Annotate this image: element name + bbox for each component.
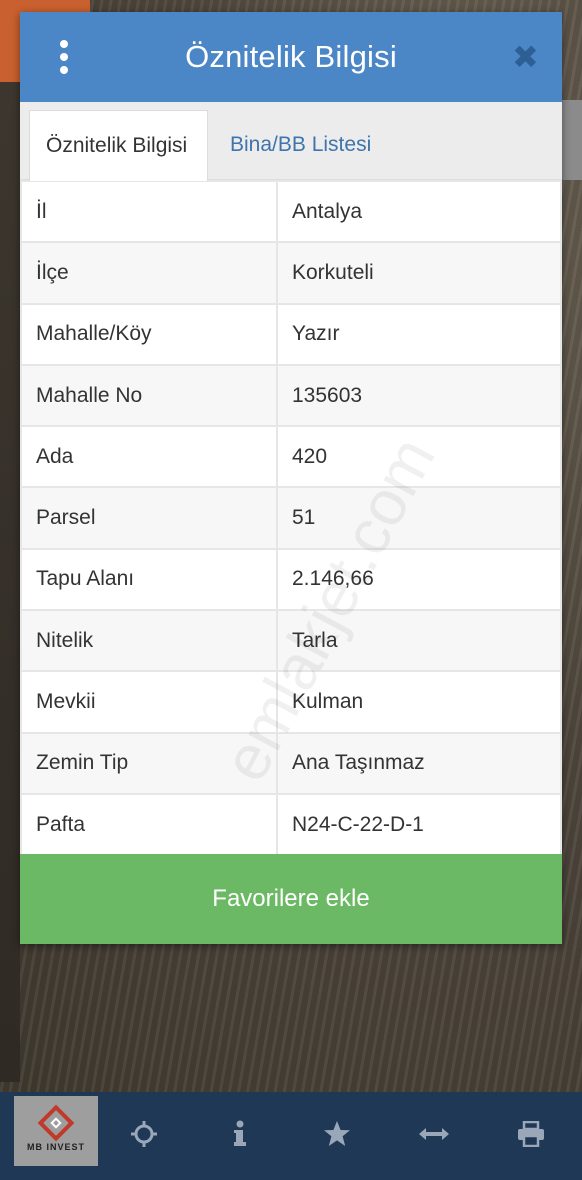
logo-diamond-icon xyxy=(37,1104,75,1142)
table-row: Ada 420 xyxy=(20,425,562,489)
print-icon[interactable] xyxy=(515,1118,547,1150)
table-row: Zemin Tip Ana Taşınmaz xyxy=(20,731,562,795)
info-icon[interactable] xyxy=(224,1118,256,1150)
attr-key: Mevkii xyxy=(20,670,278,734)
attr-key: Pafta xyxy=(20,792,278,857)
attr-key: Tapu Alanı xyxy=(20,547,278,612)
attr-value: 2.146,66 xyxy=(276,547,562,612)
attr-key: Nitelik xyxy=(20,609,278,673)
attr-value: Korkuteli xyxy=(276,241,562,305)
attr-key: Zemin Tip xyxy=(20,731,278,795)
map-tile-edge xyxy=(0,82,20,1082)
logo[interactable]: MB INVEST xyxy=(14,1096,98,1166)
attr-value: Antalya xyxy=(276,179,562,244)
bottom-toolbar: MB INVEST xyxy=(0,1092,582,1180)
tab-bar: Öznitelik Bilgisi Bina/BB Listesi xyxy=(20,102,562,181)
attr-value: 135603 xyxy=(276,363,562,428)
close-icon[interactable]: ✖ xyxy=(512,41,539,73)
panel-header: Öznitelik Bilgisi ✖ xyxy=(20,12,562,102)
panel-title: Öznitelik Bilgisi xyxy=(185,39,397,74)
measure-icon[interactable] xyxy=(418,1118,450,1150)
table-row: Tapu Alanı 2.146,66 xyxy=(20,547,562,612)
logo-text: MB INVEST xyxy=(26,1142,85,1152)
attr-key: Ada xyxy=(20,425,278,489)
star-icon[interactable] xyxy=(321,1118,353,1150)
add-to-favorites-button[interactable]: Favorilere ekle xyxy=(20,854,562,944)
table-row: Parsel 51 xyxy=(20,486,562,550)
table-row: Nitelik Tarla xyxy=(20,609,562,673)
attr-value: Tarla xyxy=(276,609,562,673)
attr-value: 51 xyxy=(276,486,562,550)
attr-value: Kulman xyxy=(276,670,562,734)
attr-key: İl xyxy=(20,179,278,244)
attr-key: Mahalle/Köy xyxy=(20,302,278,366)
map-side-tab xyxy=(560,100,582,180)
tab-attribute-info[interactable]: Öznitelik Bilgisi xyxy=(29,110,208,181)
attribute-table: İl Antalya İlçe Korkuteli Mahalle/Köy Ya… xyxy=(20,179,562,857)
attr-key: İlçe xyxy=(20,241,278,305)
table-row: Pafta N24-C-22-D-1 xyxy=(20,792,562,857)
kebab-menu-icon[interactable] xyxy=(54,40,74,74)
tab-building-list[interactable]: Bina/BB Listesi xyxy=(214,110,387,180)
locate-icon[interactable] xyxy=(128,1118,160,1150)
attr-key: Parsel xyxy=(20,486,278,550)
attr-value: Yazır xyxy=(276,302,562,366)
table-row: Mahalle No 135603 xyxy=(20,363,562,428)
attr-value: 420 xyxy=(276,425,562,489)
table-row: Mevkii Kulman xyxy=(20,670,562,734)
attribute-panel: Öznitelik Bilgisi ✖ Öznitelik Bilgisi Bi… xyxy=(20,12,562,944)
attr-value: N24-C-22-D-1 xyxy=(276,792,562,857)
attr-key: Mahalle No xyxy=(20,363,278,428)
table-row: İl Antalya xyxy=(20,179,562,244)
table-row: Mahalle/Köy Yazır xyxy=(20,302,562,366)
table-row: İlçe Korkuteli xyxy=(20,241,562,305)
attr-value: Ana Taşınmaz xyxy=(276,731,562,795)
